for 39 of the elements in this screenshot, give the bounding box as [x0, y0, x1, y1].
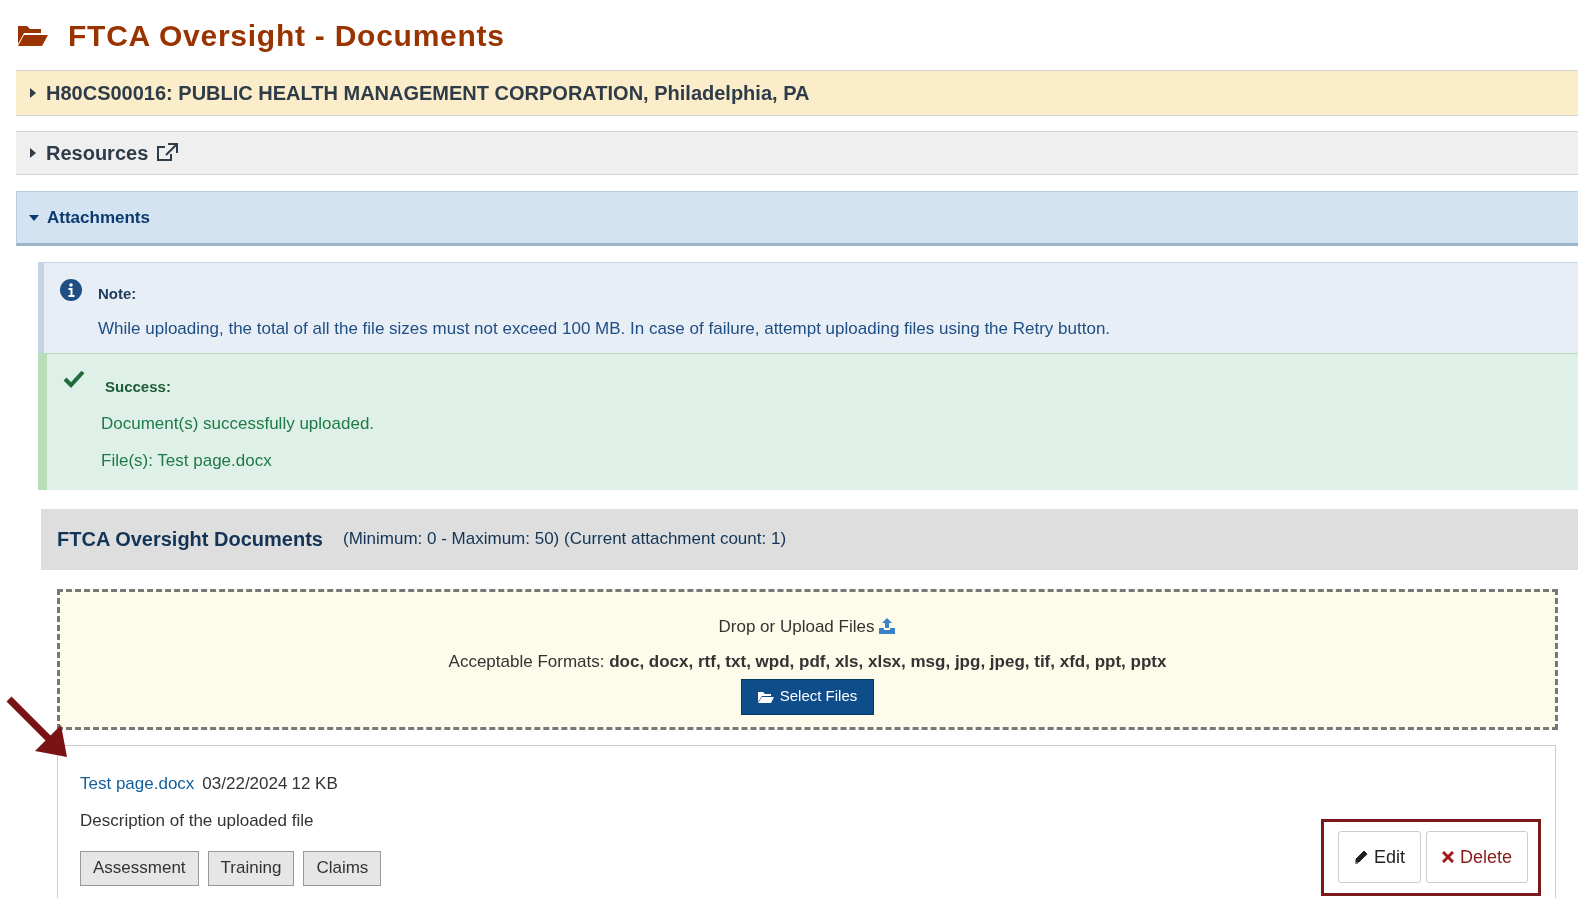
edit-button[interactable]: Edit [1338, 831, 1421, 883]
page-title: FTCA Oversight - Documents [68, 17, 505, 54]
caret-icon [28, 88, 38, 98]
check-icon [63, 370, 85, 388]
section-header[interactable]: H80CS00016: PUBLIC HEALTH MANAGEMENT CORPORATION, Philadelphia, PA [16, 70, 1578, 116]
file-date: 03/22/2024 [202, 772, 288, 795]
note-text: While uploading, the total of all the file sizes must not exceed 100 MB. In case of failure, attempt uploading files using the Retry button. [98, 317, 1111, 340]
caret-icon [28, 148, 38, 158]
drop-prompt: Drop or Upload Files [718, 615, 875, 638]
caret-icon [29, 212, 39, 223]
annotation-arrow [5, 695, 69, 759]
select-files-button[interactable]: Select Files [740, 678, 875, 715]
note-title: Note: [98, 284, 138, 304]
section-title: H80CS00016: PUBLIC HEALTH MANAGEMENT CORPORATION, Philadelphia, PA [46, 81, 810, 106]
folder-icon [16, 23, 48, 47]
delete-button[interactable]: Delete [1426, 831, 1528, 883]
folder-icon [757, 690, 774, 703]
documents-title: FTCA Oversight Documents [57, 527, 323, 552]
tag: Claims [303, 850, 382, 886]
file-description: Description of the uploaded file [80, 810, 315, 832]
acceptable-formats: Acceptable Formats: doc, docx, rtf, txt, wpd, pdf, xls, xlsx, msg, jpg, jpeg, tif, xfd, ppt, pptx [448, 651, 1167, 673]
section-title: Attachments [47, 206, 150, 229]
info-icon [60, 279, 82, 301]
external-link-icon[interactable] [156, 143, 179, 163]
drop-zone[interactable]: Drop or Upload Files Acceptable Formats: doc, docx, rtf, txt, wpd, pdf, xls, xlsx, msg, jpg, jpeg, tif, xfd, ppt, pptx Select Files [57, 588, 1558, 730]
file-link[interactable]: Test page.docx [80, 770, 195, 796]
section-header[interactable]: Attachments [16, 191, 1578, 246]
attachment-limits: (Minimum: 0 - Maximum: 50) (Current attachment count: 1) [342, 528, 787, 551]
section-title: Resources [46, 141, 149, 166]
file-size: 12 KB [291, 772, 338, 795]
success-title: Success: [104, 377, 172, 397]
success-message: Document(s) successfully uploaded. [101, 412, 375, 435]
tag: Assessment [80, 850, 199, 886]
close-icon [1442, 851, 1454, 863]
success-files: File(s): Test page.docx [101, 450, 273, 472]
pencil-icon [1354, 850, 1368, 864]
upload-icon [878, 618, 897, 635]
tag: Training [207, 850, 295, 886]
section-header[interactable]: Resources [16, 131, 1578, 175]
